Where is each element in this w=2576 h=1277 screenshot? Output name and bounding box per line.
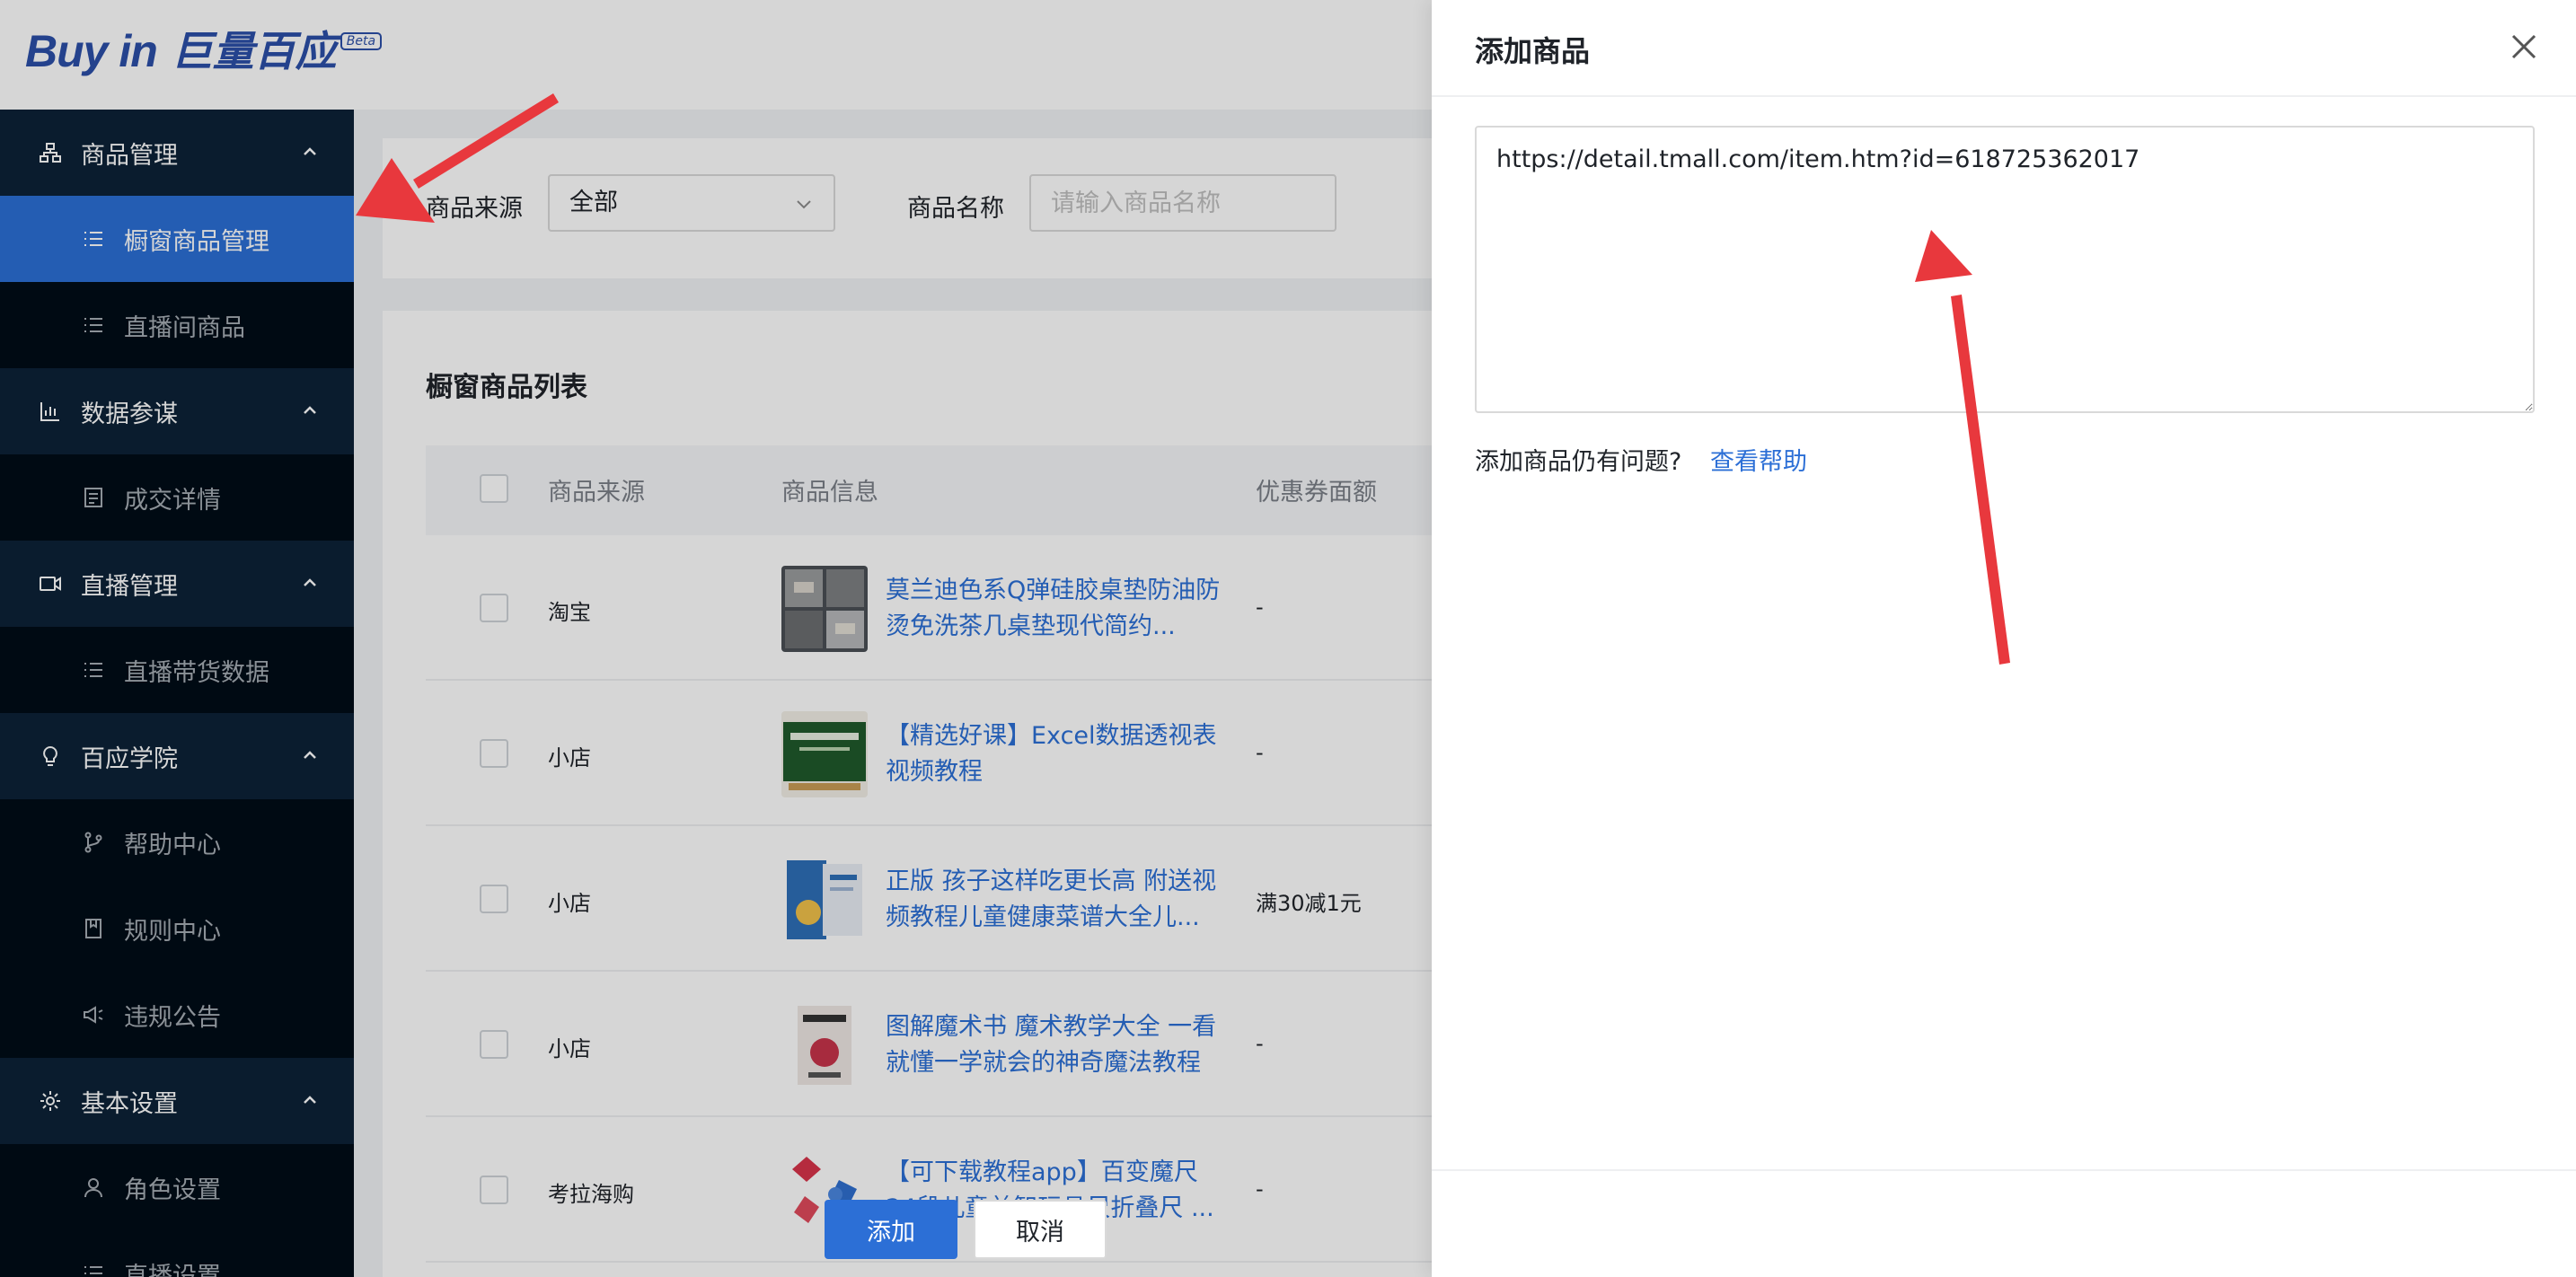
cancel-button[interactable]: 取消: [974, 1200, 1107, 1259]
drawer-header: 添加商品: [1432, 0, 2576, 97]
modal-mask[interactable]: [0, 0, 1432, 1277]
drawer-title: 添加商品: [1475, 34, 1591, 68]
drawer-footer: [1432, 1169, 2576, 1277]
product-url-textarea[interactable]: https://detail.tmall.com/item.htm?id=618…: [1475, 126, 2535, 413]
close-icon[interactable]: [2506, 29, 2542, 65]
help-question-text: 添加商品仍有问题?: [1475, 448, 1682, 476]
add-product-drawer: 添加商品 https://detail.tmall.com/item.htm?i…: [1432, 0, 2576, 1277]
add-button[interactable]: 添加: [825, 1200, 957, 1259]
view-help-link[interactable]: 查看帮助: [1710, 442, 1807, 477]
